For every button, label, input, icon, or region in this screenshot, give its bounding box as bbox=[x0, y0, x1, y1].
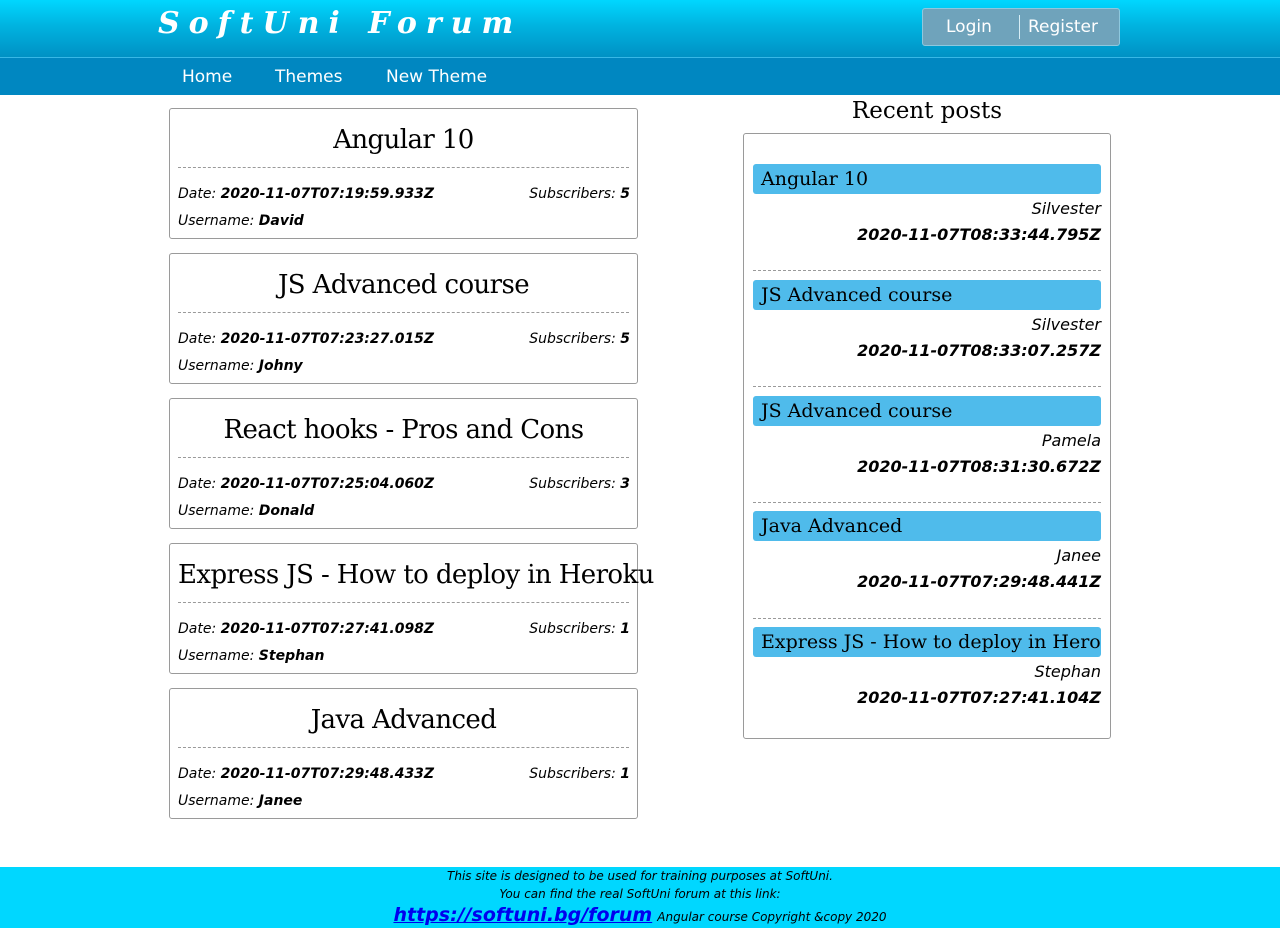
recent-post-theme-link[interactable]: Angular 10 bbox=[753, 164, 1101, 194]
theme-date-value: 2020-11-07T07:27:41.098Z bbox=[220, 621, 435, 637]
divider bbox=[178, 602, 629, 603]
recent-post-user: Janee bbox=[1056, 546, 1101, 565]
theme-username: Username: David bbox=[178, 213, 304, 229]
theme-title-link[interactable]: Java Advanced bbox=[178, 705, 629, 735]
recent-post-date: 2020-11-07T08:33:44.795Z bbox=[857, 225, 1101, 244]
divider bbox=[753, 386, 1101, 387]
footer-copyright: Angular course Copyright &copy 2020 bbox=[657, 910, 887, 924]
register-link[interactable]: Register bbox=[1028, 9, 1098, 45]
recent-post-user: Silvester bbox=[1031, 199, 1101, 218]
theme-date: Date: 2020-11-07T07:23:27.015Z bbox=[178, 331, 435, 347]
theme-username: Username: Donald bbox=[178, 503, 315, 519]
theme-subscribers-count: 5 bbox=[620, 186, 630, 202]
divider bbox=[753, 502, 1101, 503]
recent-posts-panel: Angular 10 Silvester 2020-11-07T08:33:44… bbox=[743, 133, 1111, 739]
theme-date: Date: 2020-11-07T07:29:48.433Z bbox=[178, 766, 435, 782]
recent-post: Express JS - How to deploy in Heroku Ste… bbox=[753, 627, 1101, 709]
theme-title-link[interactable]: Angular 10 bbox=[178, 125, 629, 155]
recent-post-date: 2020-11-07T08:33:07.257Z bbox=[857, 341, 1101, 360]
theme-subscribers-count: 3 bbox=[620, 476, 630, 492]
recent-post-theme-link[interactable]: JS Advanced course bbox=[753, 396, 1101, 426]
nav-new-theme-link[interactable]: New Theme bbox=[386, 58, 487, 96]
theme-username-value: David bbox=[258, 213, 304, 229]
theme-subscribers: Subscribers: 5 bbox=[529, 186, 630, 202]
divider bbox=[178, 457, 629, 458]
theme-card: Java Advanced Date: 2020-11-07T07:29:48.… bbox=[169, 688, 638, 819]
login-link[interactable]: Login bbox=[946, 9, 992, 45]
recent-post-user: Silvester bbox=[1031, 315, 1101, 334]
softuni-forum-link[interactable]: https://softuni.bg/forum bbox=[393, 904, 652, 926]
theme-title-link[interactable]: Express JS - How to deploy in Heroku bbox=[178, 560, 654, 590]
divider bbox=[753, 618, 1101, 619]
theme-subscribers: Subscribers: 3 bbox=[529, 476, 630, 492]
auth-panel: Login Register bbox=[922, 8, 1120, 46]
top-header: SoftUni Forum Login Register bbox=[0, 0, 1280, 57]
theme-subscribers: Subscribers: 1 bbox=[529, 766, 630, 782]
theme-title-link[interactable]: React hooks - Pros and Cons bbox=[178, 415, 629, 445]
theme-card: React hooks - Pros and Cons Date: 2020-1… bbox=[169, 398, 638, 529]
theme-subscribers-count: 1 bbox=[620, 766, 630, 782]
recent-post-theme-link[interactable]: JS Advanced course bbox=[753, 280, 1101, 310]
theme-date: Date: 2020-11-07T07:25:04.060Z bbox=[178, 476, 435, 492]
footer-link-row: https://softuni.bg/forum Angular course … bbox=[0, 904, 1280, 926]
divider bbox=[178, 167, 629, 168]
theme-card: JS Advanced course Date: 2020-11-07T07:2… bbox=[169, 253, 638, 384]
themes-list: Angular 10 Date: 2020-11-07T07:19:59.933… bbox=[169, 108, 654, 833]
theme-date: Date: 2020-11-07T07:19:59.933Z bbox=[178, 186, 435, 202]
recent-post-user: Stephan bbox=[1034, 662, 1101, 681]
theme-username: Username: Johny bbox=[178, 358, 303, 374]
theme-subscribers-count: 1 bbox=[620, 621, 630, 637]
nav-home-link[interactable]: Home bbox=[182, 58, 232, 96]
recent-post: JS Advanced course Pamela 2020-11-07T08:… bbox=[753, 396, 1101, 478]
recent-post: Java Advanced Janee 2020-11-07T07:29:48.… bbox=[753, 511, 1101, 593]
theme-date-value: 2020-11-07T07:23:27.015Z bbox=[220, 331, 435, 347]
divider bbox=[178, 747, 629, 748]
theme-username: Username: Stephan bbox=[178, 648, 325, 664]
site-footer: This site is designed to be used for tra… bbox=[0, 867, 1280, 928]
theme-subscribers: Subscribers: 5 bbox=[529, 331, 630, 347]
theme-card: Angular 10 Date: 2020-11-07T07:19:59.933… bbox=[169, 108, 638, 239]
theme-username: Username: Janee bbox=[178, 793, 303, 809]
theme-username-value: Stephan bbox=[258, 648, 325, 664]
recent-posts-heading: Recent posts bbox=[851, 98, 1003, 124]
theme-subscribers: Subscribers: 1 bbox=[529, 621, 630, 637]
nav-themes-link[interactable]: Themes bbox=[275, 58, 343, 96]
recent-post-theme-link[interactable]: Express JS - How to deploy in Heroku bbox=[753, 627, 1101, 657]
divider bbox=[178, 312, 629, 313]
footer-link-note: You can find the real SoftUni forum at t… bbox=[499, 887, 781, 901]
main-nav: Home Themes New Theme bbox=[0, 57, 1280, 95]
theme-date: Date: 2020-11-07T07:27:41.098Z bbox=[178, 621, 435, 637]
recent-post-date: 2020-11-07T08:31:30.672Z bbox=[857, 457, 1101, 476]
theme-title-link[interactable]: JS Advanced course bbox=[178, 270, 629, 300]
theme-date-value: 2020-11-07T07:25:04.060Z bbox=[220, 476, 435, 492]
recent-post-user: Pamela bbox=[1041, 431, 1101, 450]
recent-post-date: 2020-11-07T07:29:48.441Z bbox=[857, 572, 1101, 591]
recent-post-date: 2020-11-07T07:27:41.104Z bbox=[857, 688, 1101, 707]
auth-divider bbox=[1019, 15, 1020, 39]
recent-post: JS Advanced course Silvester 2020-11-07T… bbox=[753, 280, 1101, 362]
theme-username-value: Janee bbox=[258, 793, 303, 809]
site-logo[interactable]: SoftUni Forum bbox=[158, 6, 522, 41]
theme-date-value: 2020-11-07T07:29:48.433Z bbox=[220, 766, 435, 782]
recent-post: Angular 10 Silvester 2020-11-07T08:33:44… bbox=[753, 164, 1101, 246]
theme-subscribers-count: 5 bbox=[620, 331, 630, 347]
recent-post-theme-link[interactable]: Java Advanced bbox=[753, 511, 1101, 541]
theme-username-value: Johny bbox=[258, 358, 303, 374]
footer-training-note: This site is designed to be used for tra… bbox=[447, 869, 833, 883]
theme-date-value: 2020-11-07T07:19:59.933Z bbox=[220, 186, 435, 202]
theme-card: Express JS - How to deploy in Heroku Dat… bbox=[169, 543, 654, 674]
divider bbox=[753, 270, 1101, 271]
theme-username-value: Donald bbox=[258, 503, 315, 519]
